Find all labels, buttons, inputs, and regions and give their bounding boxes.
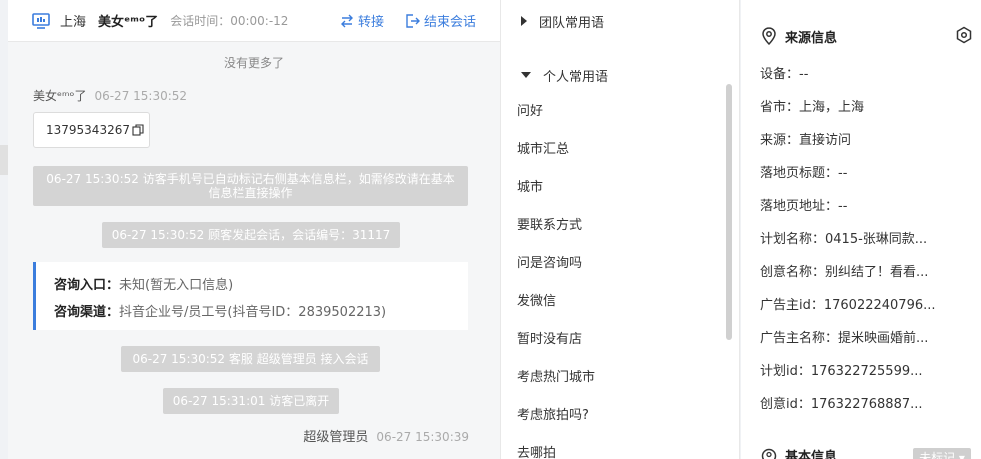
phrases-panel: 团队常用语 个人常用语 问好 城市汇总 城市 要联系方式 问是咨询吗 发微信 暂… <box>500 0 740 459</box>
source-info-rows: 设备：-- 省市：上海，上海 来源：直接访问 落地页标题：-- 落地页地址：--… <box>741 58 981 421</box>
source-info-header: 来源信息 <box>761 26 981 46</box>
caret-right-icon <box>521 16 527 26</box>
source-row-device: 设备：-- <box>760 67 809 82</box>
source-row-creative-id: 创意id：176322768887... <box>760 397 923 412</box>
visitor-message-meta: 美女ᵉᵐᵒ了 06-27 15:30:52 <box>33 87 500 104</box>
phrase-item[interactable]: 问是咨询吗 <box>501 245 739 283</box>
phrases-scrollbar[interactable] <box>726 84 732 340</box>
phrase-item[interactable]: 城市 <box>501 169 739 207</box>
consult-entry-label: 咨询入口： <box>54 278 120 293</box>
system-message-visitor-left: 06-27 15:31:01 访客已离开 <box>163 388 339 414</box>
phrase-list: 问好 城市汇总 城市 要联系方式 问是咨询吗 发微信 暂时没有店 考虑热门城市 … <box>501 93 739 459</box>
phone-message-bubble: 13795343267 <box>33 112 150 148</box>
transfer-label: 转接 <box>357 15 384 30</box>
transfer-button[interactable]: 转接 <box>340 11 384 30</box>
agent-message-meta: 超级管理员 06-27 15:30:39 <box>8 426 500 445</box>
system-message-agent-join: 06-27 15:30:52 客服 超级管理员 接入会话 <box>121 346 380 372</box>
consult-info-card: 咨询入口：未知(暂无入口信息) 咨询渠道：抖音企业号/员工号(抖音号ID：283… <box>33 262 468 330</box>
source-row-province: 省市：上海，上海 <box>760 100 865 115</box>
consult-channel-label: 咨询渠道： <box>54 305 120 320</box>
personal-phrases-label: 个人常用语 <box>543 69 609 85</box>
team-phrases-group[interactable]: 团队常用语 <box>501 11 739 31</box>
header-city: 上海 <box>60 15 87 30</box>
header-actions: 转接 结束会话 <box>340 11 500 30</box>
header-visitor-name: 美女ᵉᵐᵒ了 <box>98 15 159 30</box>
header-session-time: 会话时间：00:00:-12 <box>170 14 289 28</box>
end-session-button[interactable]: 结束会话 <box>406 11 476 30</box>
phrase-item[interactable]: 考虑热门城市 <box>501 359 739 397</box>
basic-info-title: 基本信息 <box>785 450 838 459</box>
caret-down-icon <box>521 72 531 78</box>
source-row-advertiser-id: 广告主id：176022240796... <box>760 298 936 313</box>
source-row-plan-name: 计划名称：0415-张琳同款... <box>760 232 928 247</box>
consult-channel-row: 咨询渠道：抖音企业号/员工号(抖音号ID：2839502213) <box>54 299 468 326</box>
phrase-item[interactable]: 要联系方式 <box>501 207 739 245</box>
left-edge-strip <box>0 145 8 175</box>
source-row-source: 来源：直接访问 <box>760 133 852 148</box>
app-root: 上海 美女ᵉᵐᵒ了 会话时间：00:00:-12 转接 结束会话 没有更多了 美… <box>0 0 981 459</box>
source-row-landing-url: 落地页地址：-- <box>760 199 848 214</box>
system-message-phone-note: 06-27 15:30:52 访客手机号已自动标记右侧基本信息栏，如需修改请在基… <box>33 166 468 206</box>
visitor-message-time: 06-27 15:30:52 <box>94 89 188 103</box>
source-row-plan-id: 计划id：176322725599... <box>760 364 923 379</box>
settings-icon[interactable] <box>955 26 973 44</box>
chat-header: 上海 美女ᵉᵐᵒ了 会话时间：00:00:-12 转接 结束会话 <box>8 0 500 42</box>
visitor-name: 美女ᵉᵐᵒ了 <box>33 89 87 103</box>
location-pin-icon <box>762 27 776 45</box>
personal-phrases-group[interactable]: 个人常用语 <box>501 65 739 85</box>
no-more-text: 没有更多了 <box>223 56 284 70</box>
phrase-item[interactable]: 发微信 <box>501 283 739 321</box>
consult-channel-value: 抖音企业号/员工号(抖音号ID：2839502213) <box>119 305 387 320</box>
consult-entry-value: 未知(暂无入口信息) <box>119 278 234 293</box>
monitor-icon <box>32 12 50 29</box>
consult-entry-row: 咨询入口：未知(暂无入口信息) <box>54 272 468 299</box>
agent-message-time: 06-27 15:30:39 <box>376 430 469 444</box>
phrase-item[interactable]: 暂时没有店 <box>501 321 739 359</box>
transfer-icon <box>340 14 353 27</box>
source-info-title: 来源信息 <box>785 30 838 46</box>
end-session-label: 结束会话 <box>423 15 476 30</box>
system-message-session-start: 06-27 15:30:52 顾客发起会话，会话编号：31117 <box>102 222 400 248</box>
basic-info-header: 基本信息 <box>761 446 837 459</box>
source-info-panel: 来源信息 设备：-- 省市：上海，上海 来源：直接访问 落地页标题：-- 落地页… <box>741 0 981 459</box>
source-row-advertiser-name: 广告主名称：提米映画婚前... <box>760 331 929 346</box>
source-row-landing-title: 落地页标题：-- <box>760 166 848 181</box>
phone-number: 13795343267 <box>46 123 130 137</box>
exit-icon <box>406 13 420 28</box>
agent-name: 超级管理员 <box>303 430 369 445</box>
phrase-item[interactable]: 考虑旅拍吗? <box>501 397 739 435</box>
tag-status-dropdown[interactable]: 未标记 ▾ <box>913 448 971 459</box>
source-row-creative-name: 创意名称：别纠结了！看看... <box>760 265 929 280</box>
phrase-item[interactable]: 问好 <box>501 93 739 131</box>
phrase-item[interactable]: 城市汇总 <box>501 131 739 169</box>
phrase-item[interactable]: 去哪拍 <box>501 435 739 459</box>
team-phrases-label: 团队常用语 <box>539 15 605 31</box>
user-circle-icon <box>761 448 777 459</box>
copy-icon[interactable] <box>132 124 144 136</box>
chat-panel: 上海 美女ᵉᵐᵒ了 会话时间：00:00:-12 转接 结束会话 没有更多了 美… <box>8 0 500 459</box>
